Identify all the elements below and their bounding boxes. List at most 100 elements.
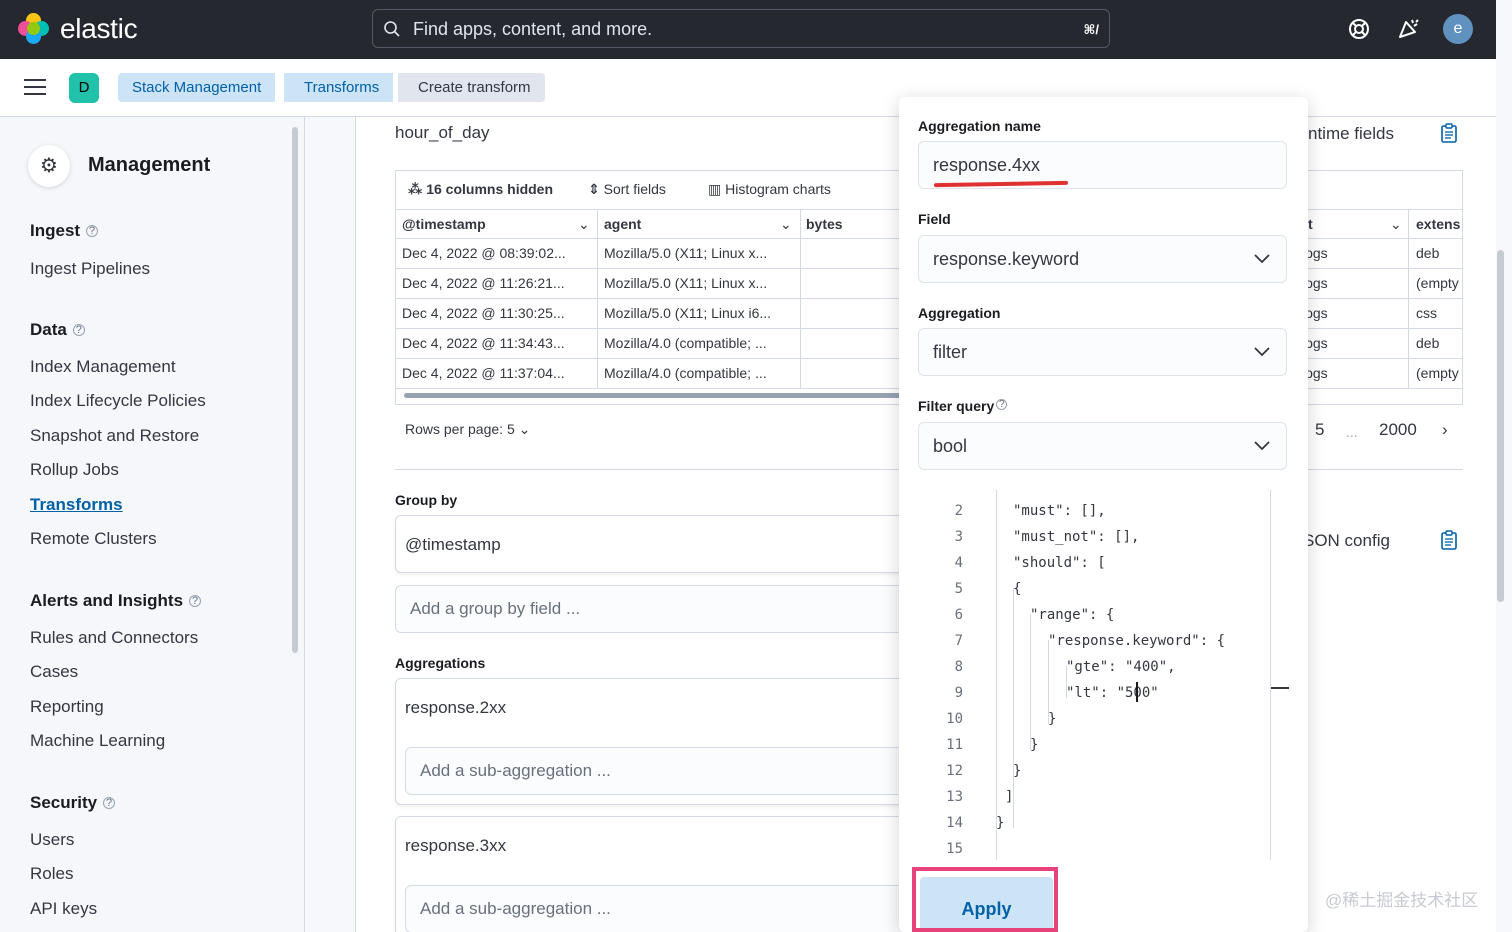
sidebar-item-transforms[interactable]: Transforms (30, 495, 123, 515)
code-line: "must": [], (1013, 503, 1106, 519)
page-last[interactable]: 2000 (1379, 420, 1417, 440)
group-by-value: @timestamp (405, 535, 501, 554)
search-icon (384, 21, 400, 37)
grid-horizontal-scrollbar[interactable] (404, 393, 904, 398)
gear-icon: ⚙ (28, 145, 70, 187)
line-number: 14 (946, 815, 963, 831)
chevron-down-icon (1254, 441, 1270, 451)
breadcrumb-stack-management[interactable]: Stack Management (118, 73, 276, 102)
sidebar-title: Management (88, 154, 211, 176)
top-header: elastic Find apps, content, and more. ⌘/… (0, 0, 1496, 59)
page-number[interactable]: 5 (1315, 420, 1324, 440)
cell-extension: css (1416, 305, 1437, 321)
aggregation-name-label: Aggregation name (918, 118, 1041, 134)
help-icon[interactable] (1345, 15, 1373, 43)
sidebar-scrollbar[interactable] (292, 127, 298, 653)
chevron-down-icon[interactable]: ⌄ (1390, 216, 1402, 233)
sidebar-item-snapshot-and-restore[interactable]: Snapshot and Restore (30, 426, 199, 446)
line-number: 12 (946, 763, 963, 779)
copy-clipboard-icon[interactable] (1440, 529, 1458, 551)
sort-fields-button[interactable]: ⇕ Sort fields (588, 181, 666, 198)
copy-clipboard-icon[interactable] (1440, 122, 1458, 144)
chevron-down-icon (1254, 347, 1270, 357)
breadcrumb-transforms[interactable]: Transforms (284, 73, 394, 102)
add-sub-aggregation-input[interactable]: Add a sub-aggregation ... (405, 885, 925, 932)
page-scrollbar[interactable] (1497, 250, 1504, 602)
code-line: "response.keyword": { (1048, 633, 1226, 649)
code-line: "lt": "500" (1066, 685, 1159, 701)
chevron-down-icon[interactable]: ⌄ (780, 216, 792, 233)
column-header-extension[interactable]: extens (1416, 216, 1460, 232)
column-header-type[interactable]: t (1308, 216, 1313, 232)
aggregation-select[interactable]: filter (918, 328, 1287, 376)
cell-extension: (empty (1416, 365, 1459, 381)
watermark: @稀土掘金技术社区 (1325, 891, 1479, 910)
next-page-icon[interactable]: › (1442, 420, 1448, 440)
elastic-logo-icon (18, 13, 50, 45)
breadcrumb-create-transform: Create transform (398, 73, 545, 102)
code-line: "gte": "400", (1066, 659, 1176, 675)
cell-agent: Mozilla/4.0 (compatible; ... (604, 335, 767, 351)
sidebar-item-rules-and-connectors[interactable]: Rules and Connectors (30, 628, 198, 648)
info-icon[interactable]: ? (72, 324, 85, 336)
filter-query-code-editor[interactable]: 2 "must": [], 3 "must_not": [], 4 "shoul… (921, 490, 1280, 860)
chevron-down-icon[interactable]: ⌄ (578, 216, 590, 233)
line-number: 6 (954, 607, 963, 623)
space-avatar[interactable]: D (69, 73, 99, 103)
sidebar-item-index-management[interactable]: Index Management (30, 357, 176, 377)
editor-scroll-marker (1271, 687, 1289, 689)
sidebar-item-api-keys[interactable]: API keys (30, 899, 97, 919)
sidebar-item-rollup-jobs[interactable]: Rollup Jobs (30, 460, 119, 480)
add-group-by-input[interactable]: Add a group by field ... (395, 585, 915, 633)
line-number: 4 (954, 555, 963, 571)
sidebar-item-cases[interactable]: Cases (30, 662, 78, 682)
menu-toggle-icon[interactable] (24, 79, 46, 97)
global-search-input[interactable]: Find apps, content, and more. ⌘/ (372, 9, 1110, 48)
code-line: } (1048, 711, 1057, 727)
add-sub-aggregation-input[interactable]: Add a sub-aggregation ... (405, 747, 925, 795)
sidebar-item-reporting[interactable]: Reporting (30, 697, 104, 717)
aggregations-label: Aggregations (395, 655, 486, 671)
filter-query-select[interactable]: bool (918, 422, 1287, 470)
info-icon[interactable]: ? (86, 225, 99, 237)
code-line: } (1030, 737, 1039, 753)
histogram-charts-button[interactable]: ▥ Histogram charts (708, 181, 831, 198)
column-header-agent[interactable]: agent (604, 216, 641, 232)
editor-gutter-border (996, 490, 997, 860)
info-icon[interactable]: ? (103, 797, 116, 809)
column-header-timestamp[interactable]: @timestamp (402, 216, 486, 232)
cell-extension: deb (1416, 335, 1440, 351)
sidebar-item-remote-clusters[interactable]: Remote Clusters (30, 529, 157, 549)
text-cursor (1136, 682, 1138, 702)
field-select[interactable]: response.keyword (918, 235, 1287, 283)
cell-extension: deb (1416, 245, 1440, 261)
brand-name: elastic (60, 13, 138, 44)
code-line: { (1013, 581, 1022, 597)
line-number: 5 (954, 581, 963, 597)
code-line: "should": [ (1013, 555, 1106, 571)
line-number: 3 (954, 529, 963, 545)
sidebar-item-index-lifecycle-policies[interactable]: Index Lifecycle Policies (30, 391, 206, 411)
sidebar-item-roles[interactable]: Roles (30, 864, 73, 884)
info-icon[interactable]: ? (189, 595, 202, 607)
cell-agent: Mozilla/5.0 (X11; Linux x... (604, 275, 768, 291)
columns-hidden-button[interactable]: ⁂ 16 columns hidden (408, 181, 553, 198)
elastic-logo[interactable]: elastic (18, 13, 138, 45)
user-avatar[interactable]: e (1443, 14, 1473, 44)
section-ingest: Ingest? (30, 221, 99, 241)
filter-query-label: Filter query? (918, 398, 1008, 414)
json-config-label[interactable]: SON config (1303, 531, 1390, 551)
field-hour-of-day: hour_of_day (395, 123, 490, 142)
cell-extension: (empty (1416, 275, 1459, 291)
sidebar-item-machine-learning[interactable]: Machine Learning (30, 731, 165, 751)
sidebar-item-users[interactable]: Users (30, 830, 74, 850)
column-header-bytes[interactable]: bytes (806, 216, 843, 232)
sidebar-item-ingest-pipelines[interactable]: Ingest Pipelines (30, 259, 150, 279)
group-by-label: Group by (395, 492, 458, 508)
rows-per-page-select[interactable]: Rows per page: 5 ⌄ (405, 421, 530, 438)
code-line: ] (1005, 789, 1014, 805)
info-icon[interactable]: ? (996, 399, 1008, 410)
search-shortcut: ⌘/ (1083, 22, 1099, 37)
line-number: 2 (954, 503, 963, 519)
news-feed-icon[interactable] (1395, 15, 1423, 43)
